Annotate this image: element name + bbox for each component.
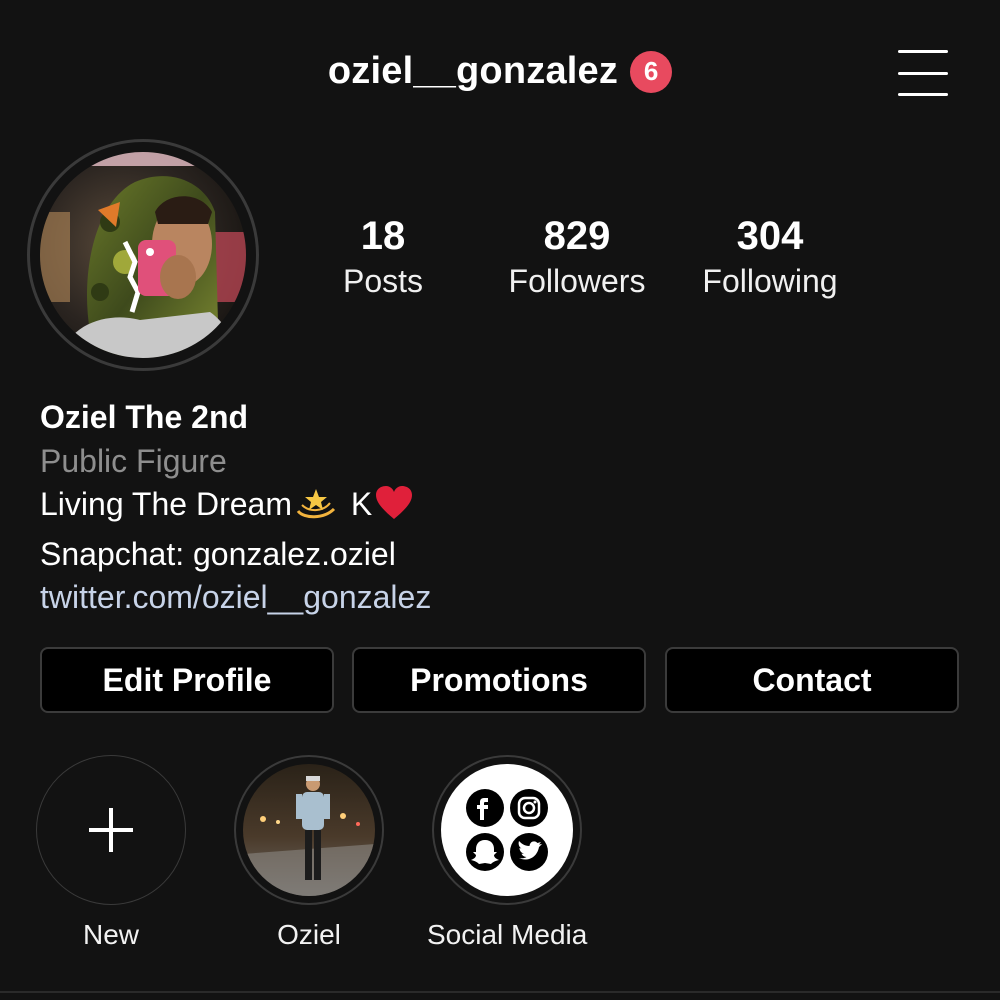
posts-label: Posts — [342, 263, 424, 299]
notification-badge[interactable]: 6 — [630, 50, 673, 93]
highlight-social-media[interactable]: Social Media — [427, 755, 587, 951]
oziel-highlight-circle[interactable] — [234, 755, 384, 905]
divider — [0, 991, 1000, 993]
profile-header: oziel__gonzalez 6 — [0, 40, 1000, 110]
followers-label: Followers — [508, 263, 646, 299]
avatar-photo — [40, 152, 246, 358]
oziel-highlight-photo — [243, 764, 375, 896]
plus-icon — [89, 808, 133, 852]
facebook-icon — [466, 789, 504, 827]
posts-count: 18 — [360, 214, 406, 258]
following-label: Following — [702, 263, 838, 299]
highlight-label-social-media: Social Media — [427, 919, 588, 950]
social-media-highlight-cover — [441, 764, 573, 896]
bio-line-1-suffix: K — [350, 486, 373, 522]
profile-category: Public Figure — [40, 442, 227, 479]
highlight-new[interactable]: New — [31, 755, 191, 951]
edit-profile-button[interactable]: Edit Profile — [40, 647, 334, 713]
bio-website-link[interactable]: twitter.com/oziel__gonzalez — [40, 576, 960, 620]
bio-line-1-text: Living The Dream — [40, 486, 292, 522]
new-highlight-circle[interactable] — [36, 755, 186, 905]
hamburger-menu-icon[interactable] — [898, 50, 948, 96]
highlight-label-new: New — [82, 919, 139, 950]
following-stat[interactable]: 304 Following — [680, 212, 860, 302]
instagram-icon — [510, 789, 548, 827]
followers-stat[interactable]: 829 Followers — [487, 212, 667, 302]
contact-button[interactable]: Contact — [665, 647, 959, 713]
snapchat-icon — [466, 833, 504, 871]
followers-count: 829 — [543, 214, 611, 258]
profile-page: oziel__gonzalez 6 18 Posts 829 Followers… — [0, 0, 1000, 1000]
bio-line-1: Living The Dream K — [40, 483, 960, 533]
twitter-icon — [510, 833, 548, 871]
profile-bio: Oziel The 2nd Public Figure Living The D… — [40, 396, 960, 620]
profile-username[interactable]: oziel__gonzalez — [328, 50, 618, 93]
dizzy-star-icon — [294, 485, 338, 533]
highlight-oziel[interactable]: Oziel — [229, 755, 389, 951]
following-count: 304 — [736, 214, 804, 258]
profile-display-name: Oziel The 2nd — [40, 399, 249, 435]
posts-stat[interactable]: 18 Posts — [293, 212, 473, 302]
bio-snapchat: Snapchat: gonzalez.oziel — [40, 535, 396, 572]
highlight-label-oziel: Oziel — [277, 919, 341, 950]
red-heart-icon — [374, 485, 414, 533]
username-group: oziel__gonzalez 6 — [0, 50, 1000, 93]
social-media-highlight-circle[interactable] — [432, 755, 582, 905]
profile-avatar[interactable] — [27, 139, 259, 371]
promotions-button[interactable]: Promotions — [352, 647, 646, 713]
